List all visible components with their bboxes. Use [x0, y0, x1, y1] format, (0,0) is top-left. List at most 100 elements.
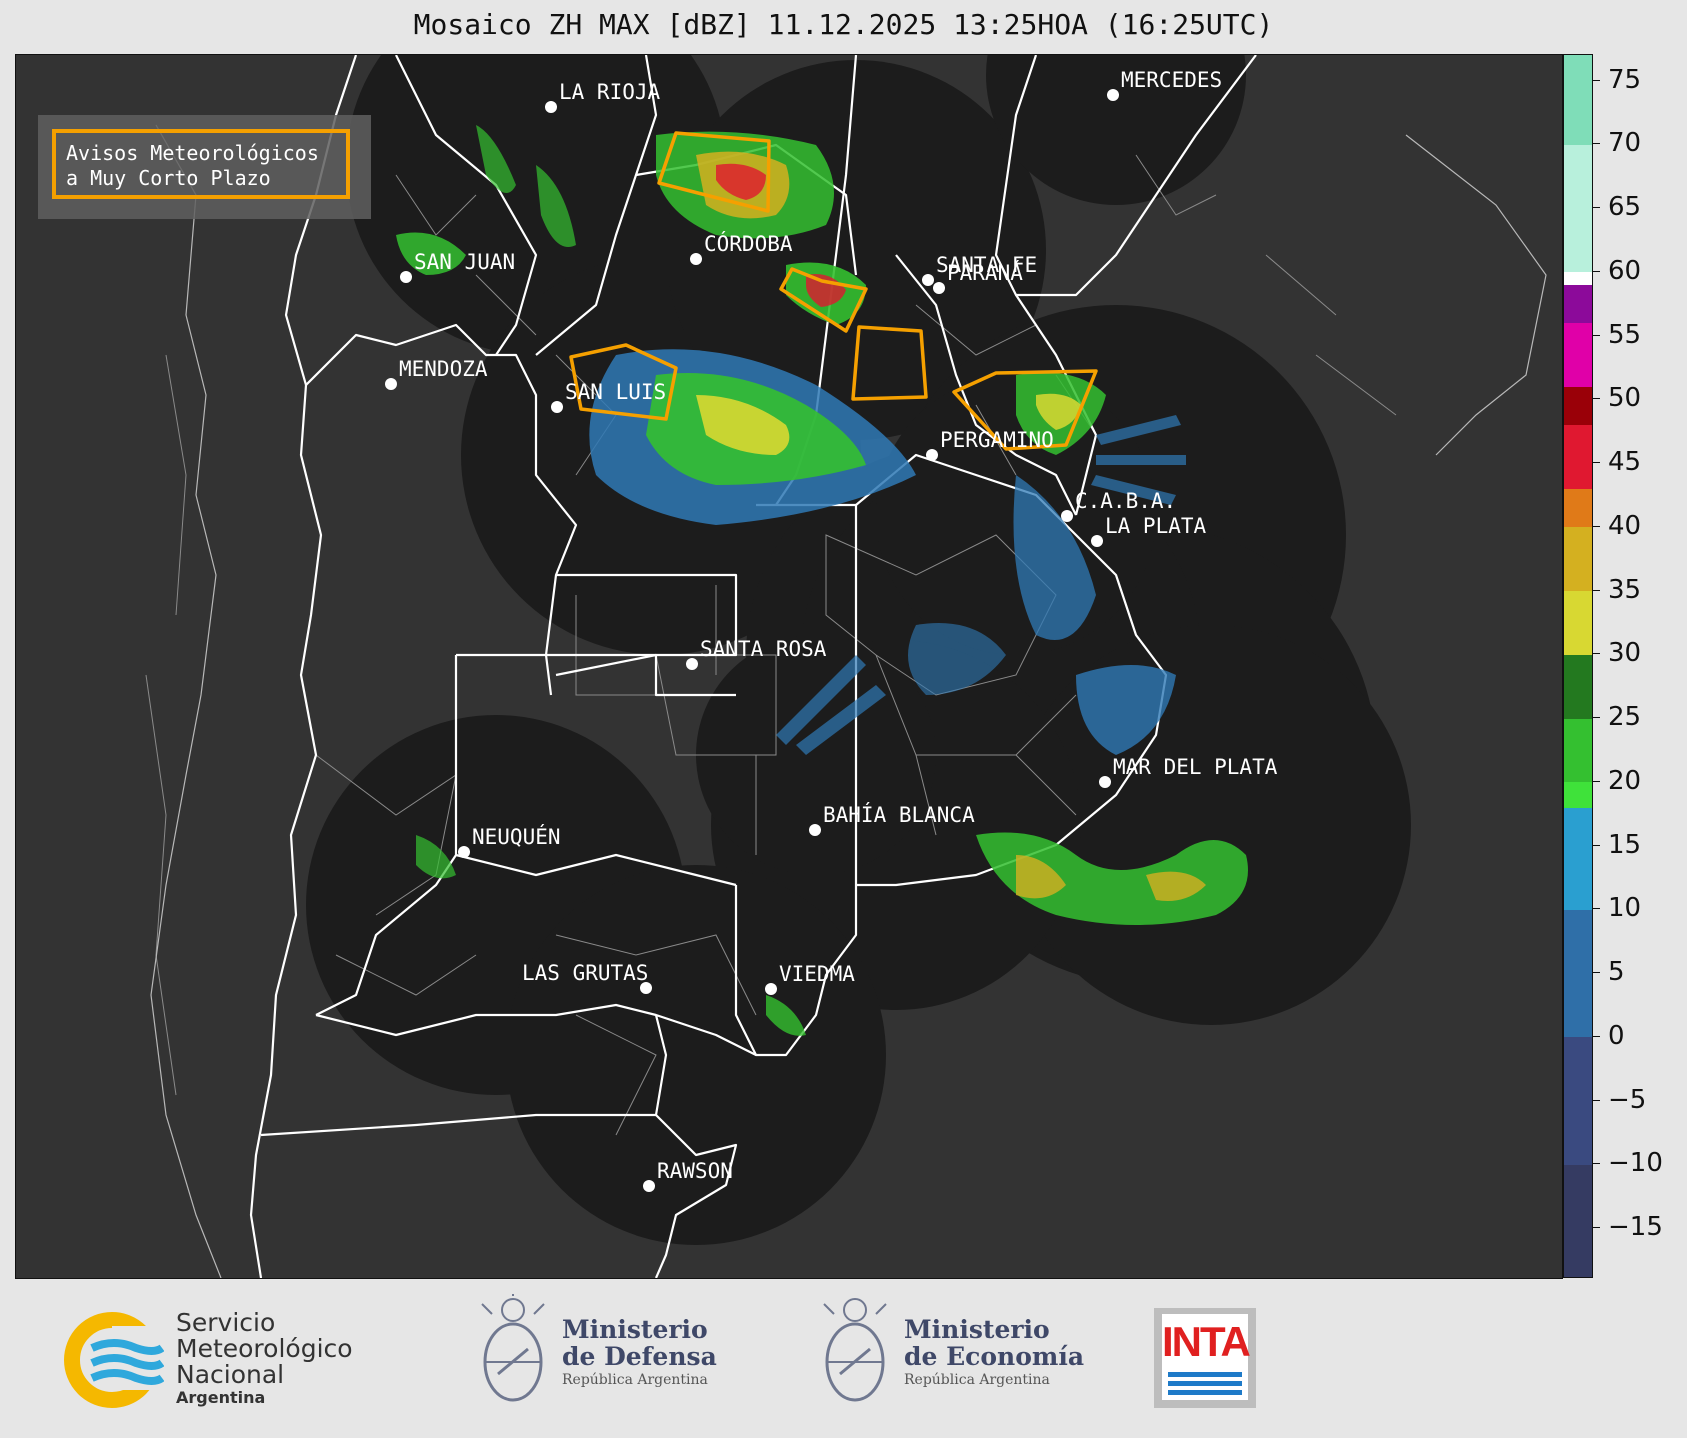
colorbar-tick-label: −15: [1592, 1212, 1663, 1242]
inta-stripe: [1168, 1372, 1242, 1377]
coat-of-arms-icon: [823, 1298, 887, 1402]
inta-stripe: [1168, 1390, 1242, 1395]
city-marker: [1107, 89, 1119, 101]
colorbar-tick-text: 5: [1608, 957, 1625, 987]
inta-logo: INTA: [1154, 1308, 1256, 1408]
radar-coverage-circle: [506, 865, 886, 1245]
warnings-legend: Avisos Meteorológicos a Muy Corto Plazo: [38, 115, 371, 219]
colorbar-tick-label: 25: [1591, 702, 1642, 732]
colorbar-band: [1564, 488, 1592, 528]
colorbar-tick-label: 50: [1591, 383, 1641, 413]
colorbar-tick-label: 45: [1591, 447, 1642, 477]
defensa-logo: Ministerio de Defensa República Argentin…: [478, 1290, 717, 1418]
city-label: MERCEDES: [1121, 68, 1222, 92]
smn-line2: Meteorológico: [176, 1334, 353, 1363]
city-marker: [385, 378, 397, 390]
city-label: LA RIOJA: [559, 80, 661, 104]
city-label: RAWSON: [657, 1159, 733, 1183]
city-label: CÓRDOBA: [704, 231, 793, 256]
smn-country: Argentina: [176, 1388, 266, 1407]
colorbar-tick-text: 10: [1608, 893, 1642, 924]
economia-line1: Ministerio: [904, 1315, 1050, 1344]
city-marker: [933, 282, 945, 294]
map-canvas: LA RIOJASAN JUANCÓRDOBASANTA FEPARANÁMEN…: [145, 55, 1547, 1278]
colorbar-tick-label: 35: [1591, 575, 1641, 605]
colorbar-tick-text: 45: [1608, 447, 1642, 477]
city-label: NEUQUÉN: [472, 824, 561, 849]
colorbar-tick-label: 75: [1591, 64, 1642, 95]
radar-coverage: [306, 55, 1411, 1245]
colorbar-tick-label: 15: [1591, 830, 1641, 860]
city-marker: [690, 253, 702, 265]
colorbar-tick-text: 30: [1608, 638, 1642, 669]
colorbar-band: [1564, 590, 1592, 655]
inta-stripe: [1168, 1381, 1242, 1386]
colorbar-band: [1564, 526, 1592, 591]
smn-name: Servicio Meteorológico Nacional Argentin…: [176, 1310, 396, 1408]
city-label: LA PLATA: [1105, 514, 1207, 538]
colorbar: [1563, 54, 1593, 1278]
colorbar-band: [1564, 654, 1592, 719]
city-marker: [1061, 510, 1073, 522]
city-marker: [643, 1180, 655, 1192]
colorbar-band: [1564, 909, 1592, 1038]
colorbar-band: [1564, 1036, 1592, 1165]
colorbar-band: [1564, 386, 1592, 426]
city-label: SAN JUAN: [414, 250, 515, 274]
colorbar-band: [1564, 55, 1592, 145]
economia-line2: de Economía: [904, 1342, 1085, 1371]
colorbar-tick-text: 75: [1608, 64, 1642, 95]
colorbar-tick-text: 60: [1608, 255, 1642, 286]
colorbar-tick-text: −15: [1608, 1212, 1663, 1242]
colorbar-tick-label: 40: [1591, 511, 1641, 541]
city-label: SANTA ROSA: [700, 637, 827, 661]
city-marker: [809, 824, 821, 836]
colorbar-tick-label: 20: [1591, 765, 1642, 796]
colorbar-band: [1564, 322, 1592, 387]
warnings-legend-frame: Avisos Meteorológicos a Muy Corto Plazo: [52, 129, 350, 199]
colorbar-tick-label: 30: [1591, 638, 1642, 669]
economia-logo: Ministerio de Economía República Argenti…: [820, 1294, 1084, 1418]
city-label: PARANÁ: [947, 260, 1023, 285]
city-marker: [458, 846, 470, 858]
city-marker: [765, 983, 777, 995]
city-label: VIEDMA: [779, 962, 855, 986]
city-marker: [545, 101, 557, 113]
colorbar-tick-label: 0: [1592, 1021, 1625, 1051]
defensa-line3: República Argentina: [562, 1372, 708, 1388]
colorbar-tick-label: 55: [1591, 319, 1642, 350]
city-marker: [926, 449, 938, 461]
smn-line3: Nacional: [176, 1360, 285, 1389]
city-label: LAS GRUTAS: [522, 961, 648, 985]
inta-wordmark: INTA: [1162, 1318, 1251, 1365]
colorbar-tick-text: −5: [1608, 1084, 1647, 1115]
warnings-legend-line2: a Muy Corto Plazo: [66, 166, 271, 190]
colorbar-band: [1564, 807, 1592, 910]
warnings-legend-line1: Avisos Meteorológicos: [66, 141, 319, 165]
colorbar-tick-label: 65: [1591, 192, 1642, 222]
inta-logo-panel: INTA: [1162, 1314, 1251, 1400]
city-marker: [400, 271, 412, 283]
defensa-line2: de Defensa: [562, 1342, 717, 1371]
city-label: PERGAMINO: [940, 428, 1054, 452]
colorbar-tick-text: 25: [1608, 702, 1642, 732]
colorbar-band: [1564, 271, 1592, 285]
smn-emblem-icon: [64, 1312, 165, 1408]
colorbar-band: [1564, 284, 1592, 324]
smn-logo: Servicio Meteorológico Nacional Argentin…: [64, 1308, 353, 1412]
city-marker: [686, 658, 698, 670]
colorbar-tick-text: 65: [1608, 192, 1642, 222]
colorbar-band: [1564, 144, 1592, 273]
city-label: C.A.B.A.: [1075, 489, 1176, 513]
economia-line3: República Argentina: [904, 1372, 1050, 1388]
colorbar-tick-text: −10: [1608, 1148, 1663, 1179]
colorbar-tick-text: 55: [1608, 319, 1642, 350]
colorbar-tick-label: 70: [1591, 128, 1641, 158]
city-label: SAN LUIS: [565, 380, 666, 404]
city-label: MENDOZA: [399, 357, 488, 381]
colorbar-band: [1564, 1164, 1592, 1277]
smn-line1: Servicio: [176, 1308, 276, 1337]
colorbar-tick-label: −5: [1591, 1084, 1647, 1115]
city-marker: [551, 401, 563, 413]
colorbar-tick-text: 20: [1608, 765, 1642, 796]
